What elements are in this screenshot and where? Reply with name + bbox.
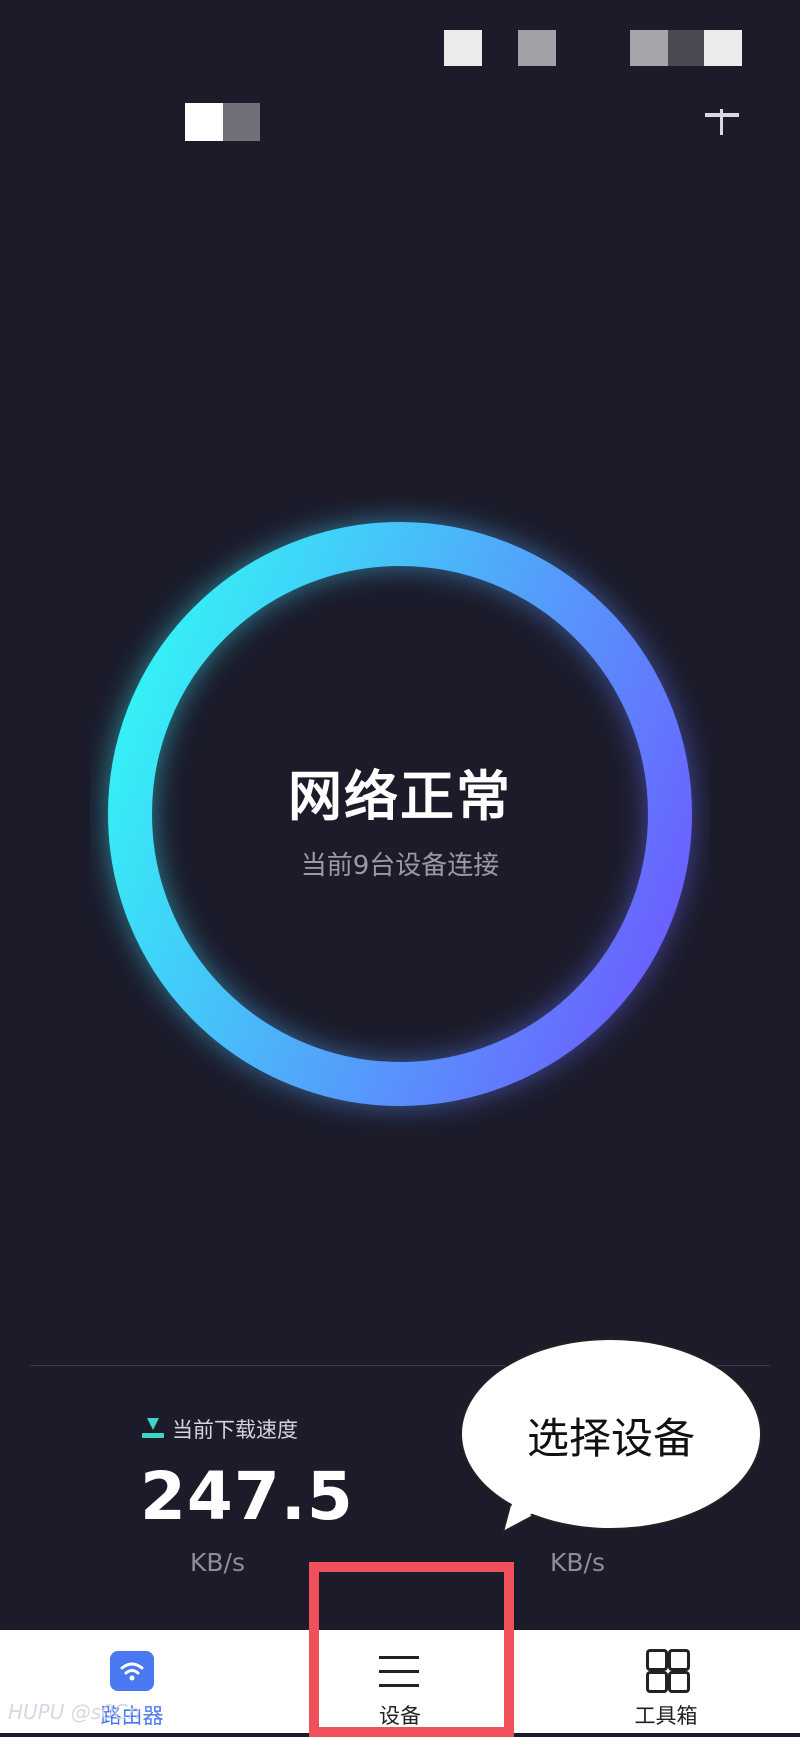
download-speed-label-text: 当前下载速度 — [172, 1418, 298, 1442]
tab-tools-label: 工具箱 — [634, 1704, 698, 1728]
wifi-icon — [110, 1651, 154, 1691]
grid-icon — [646, 1649, 690, 1693]
network-status-title: 网络正常 — [288, 765, 512, 828]
upload-speed-unit: KB/s — [550, 1548, 605, 1577]
pixel-block — [518, 30, 556, 66]
menu-icon — [379, 1654, 419, 1690]
download-speed-unit: KB/s — [190, 1548, 245, 1577]
tab-device-label: 设备 — [379, 1704, 421, 1728]
pixel-block — [444, 30, 482, 66]
connected-devices-text: 当前9台设备连接 — [300, 851, 500, 881]
download-speed-label: 当前下载速度 — [142, 1414, 298, 1444]
tab-device[interactable]: 设备 — [300, 1630, 500, 1733]
download-icon — [142, 1418, 164, 1440]
pixel-block — [223, 103, 260, 141]
pixel-block — [668, 30, 704, 66]
pixel-block — [704, 30, 742, 66]
pixel-block — [185, 103, 223, 141]
watermark: HUPU @s0Cn — [8, 1700, 141, 1724]
tab-tools[interactable]: 工具箱 — [566, 1630, 766, 1733]
pixel-block — [630, 30, 668, 66]
download-speed-value: 247.5 — [140, 1458, 354, 1535]
add-button[interactable] — [702, 103, 742, 137]
callout-text: 选择设备 — [526, 1414, 695, 1463]
